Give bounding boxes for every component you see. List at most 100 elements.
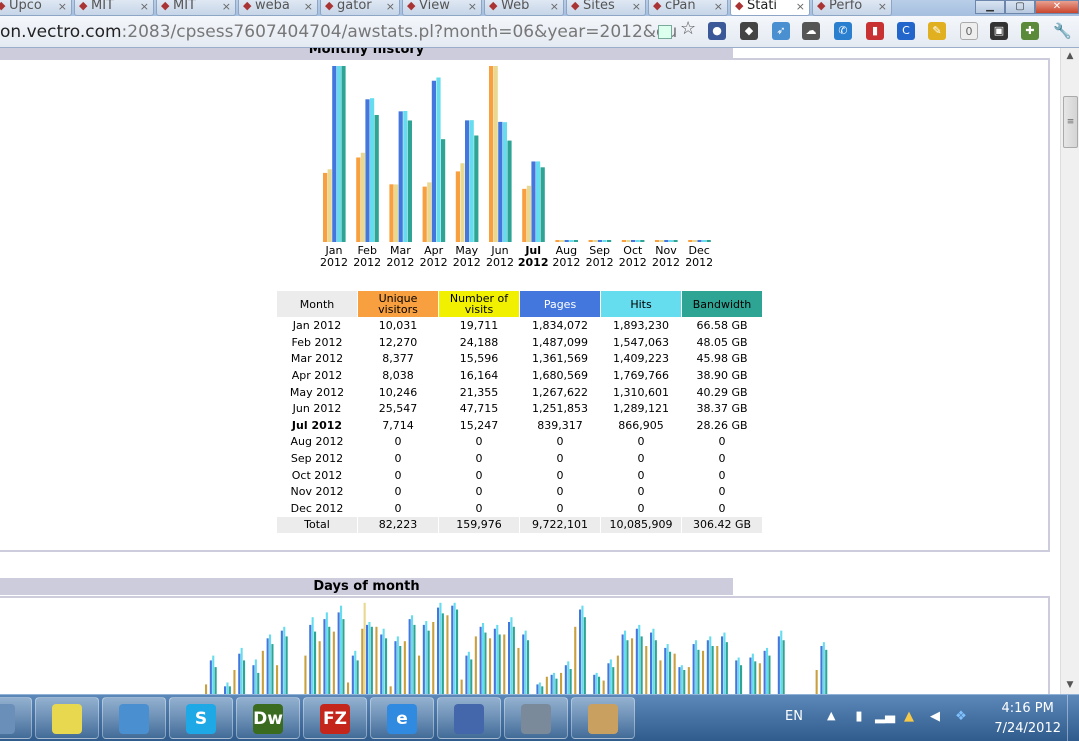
bookmark-star-icon[interactable]: ☆ bbox=[680, 18, 696, 39]
bar-oct-series-0 bbox=[621, 240, 626, 242]
tab-close-icon[interactable]: × bbox=[304, 1, 313, 13]
tab-8[interactable]: ◆ cPan × bbox=[648, 0, 728, 16]
extension-red-book-icon[interactable]: ▮ bbox=[866, 22, 884, 40]
tab-1[interactable]: ◆ MIT × bbox=[74, 0, 154, 16]
day-bar-38-series-3 bbox=[751, 653, 754, 694]
extension-phone-icon[interactable]: ✆ bbox=[834, 22, 852, 40]
header-bandwidth: Bandwidth bbox=[682, 291, 762, 317]
day-bar-8-series-3 bbox=[325, 612, 328, 694]
value-cell: 1,769,766 bbox=[613, 369, 669, 383]
value-cell: 45.98 GB bbox=[696, 352, 748, 366]
day-bar-38-series-2 bbox=[749, 657, 752, 694]
tab-close-icon[interactable]: × bbox=[222, 1, 231, 13]
power-icon[interactable]: ▮ bbox=[851, 709, 867, 725]
day-bar-43-series-3 bbox=[822, 642, 825, 694]
clock[interactable]: 4:16 PM 7/24/2012 bbox=[994, 699, 1061, 739]
show-hidden-icons-icon[interactable]: ▲ bbox=[827, 709, 835, 722]
tab-2[interactable]: ◆ MIT × bbox=[156, 0, 236, 16]
maximize-icon[interactable]: ▢ bbox=[1005, 0, 1035, 14]
taskbar-virtualbox[interactable] bbox=[437, 697, 501, 739]
taskbar-windows-explorer[interactable] bbox=[0, 697, 32, 739]
tab-10[interactable]: ◆ Perfo × bbox=[812, 0, 892, 16]
taskbar-skype[interactable]: S bbox=[169, 697, 233, 739]
day-bar-36-series-3 bbox=[723, 632, 726, 694]
day-bar-20-series-2 bbox=[493, 628, 496, 694]
day-bar-26-series-4 bbox=[583, 617, 586, 694]
table-row: Apr 2012 8,038 16,164 1,680,569 1,769,766 38.… bbox=[277, 368, 762, 384]
value-cell: 0 bbox=[556, 452, 564, 466]
scroll-down-arrow-icon[interactable]: ▼ bbox=[1061, 677, 1079, 694]
day-bar-13-series-4 bbox=[399, 646, 402, 694]
bar-apr-series-2 bbox=[431, 80, 436, 243]
day-bar-0-series-3 bbox=[212, 655, 215, 694]
day-bar-12-series-0 bbox=[375, 626, 378, 694]
day-bar-36-series-4 bbox=[725, 642, 728, 694]
address-bar[interactable]: on.vectro.com:2083/cpsess7607404704/awst… bbox=[0, 19, 676, 45]
tab-close-icon[interactable]: × bbox=[468, 1, 477, 13]
google-icon: ◆ bbox=[817, 0, 826, 12]
tab-close-icon[interactable]: × bbox=[386, 1, 395, 13]
extension-cloud-icon[interactable]: ☁ bbox=[802, 22, 820, 40]
close-icon[interactable]: ✕ bbox=[1035, 0, 1079, 14]
show-desktop-button[interactable] bbox=[1067, 695, 1079, 741]
bar-jan-series-4 bbox=[341, 66, 346, 242]
taskbar-calculator[interactable] bbox=[504, 697, 568, 739]
taskbar-filezilla[interactable]: FZ bbox=[303, 697, 367, 739]
tab-close-icon[interactable]: × bbox=[140, 1, 149, 13]
tab-9[interactable]: ◆ Stati × bbox=[730, 0, 810, 16]
tab-close-icon[interactable]: × bbox=[878, 1, 887, 13]
page-action-icon[interactable] bbox=[658, 25, 672, 39]
language-indicator[interactable]: EN bbox=[785, 709, 803, 724]
month-cell: Dec 2012 bbox=[290, 501, 344, 515]
tab-0[interactable]: ◆Upco × bbox=[0, 0, 72, 16]
extension-user-icon[interactable]: ● bbox=[708, 22, 726, 40]
tab-close-icon[interactable]: × bbox=[58, 1, 67, 13]
taskbar-paint[interactable] bbox=[571, 697, 635, 739]
day-bar-36-series-0 bbox=[716, 646, 719, 694]
value-cell: 1,251,853 bbox=[532, 402, 588, 416]
tab-5[interactable]: ◆ View × bbox=[402, 0, 482, 16]
minimize-icon[interactable]: ▁ bbox=[975, 0, 1005, 14]
tab-close-icon[interactable]: × bbox=[796, 1, 805, 13]
bar-jan-series-2 bbox=[332, 66, 337, 242]
value-cell: 1,267,622 bbox=[532, 385, 588, 399]
tab-close-icon[interactable]: × bbox=[714, 1, 723, 13]
value-cell: 0 bbox=[394, 485, 402, 499]
bar-sep-series-3 bbox=[602, 240, 607, 242]
google-drive-icon[interactable]: ▲ bbox=[901, 709, 917, 725]
browser-toolbar: on.vectro.com:2083/cpsess7607404704/awst… bbox=[0, 16, 1079, 48]
bar-sep-series-0 bbox=[588, 240, 593, 242]
wrench-icon[interactable]: 🔧 bbox=[1053, 22, 1072, 40]
day-bar-26-series-3 bbox=[581, 605, 584, 694]
taskbar-safari[interactable] bbox=[102, 697, 166, 739]
taskbar-dreamweaver[interactable]: Dw bbox=[236, 697, 300, 739]
extension-tag-icon[interactable]: ✎ bbox=[928, 22, 946, 40]
tab-4[interactable]: ◆ gator × bbox=[320, 0, 400, 16]
taskbar-internet-explorer[interactable]: e bbox=[370, 697, 434, 739]
extension-counter-icon[interactable]: 0 bbox=[960, 22, 978, 40]
tab-6[interactable]: ◆ Web × bbox=[484, 0, 564, 16]
extension-dark-icon[interactable]: ▣ bbox=[990, 22, 1008, 40]
tab-7[interactable]: ◆ Sites × bbox=[566, 0, 646, 16]
value-cell: 10,085,909 bbox=[601, 517, 681, 533]
extension-green-icon[interactable]: ✚ bbox=[1021, 22, 1039, 40]
volume-icon[interactable]: ◀ bbox=[927, 709, 943, 725]
bar-dec-series-4 bbox=[706, 240, 711, 242]
extension-c-icon[interactable]: C bbox=[897, 22, 915, 40]
value-cell: 1,487,099 bbox=[532, 335, 588, 349]
tab-close-icon[interactable]: × bbox=[632, 1, 641, 13]
extension-bird-icon[interactable]: ➶ bbox=[772, 22, 790, 40]
scroll-up-arrow-icon[interactable]: ▲ bbox=[1061, 48, 1079, 65]
day-bar-19-series-2 bbox=[479, 626, 482, 694]
taskbar-notes[interactable] bbox=[35, 697, 99, 739]
day-bar-33-series-2 bbox=[678, 667, 681, 694]
scroll-thumb[interactable]: ≡ bbox=[1063, 96, 1078, 148]
network-signal-icon[interactable]: ▂▄ bbox=[875, 709, 895, 725]
vertical-scrollbar[interactable]: ▲ ≡ ▼ bbox=[1060, 48, 1079, 694]
bar-dec-series-3 bbox=[702, 240, 707, 242]
day-bar-0-series-2 bbox=[209, 660, 212, 694]
tab-close-icon[interactable]: × bbox=[550, 1, 559, 13]
dropbox-icon[interactable]: ❖ bbox=[953, 709, 969, 725]
tab-3[interactable]: ◆ weba × bbox=[238, 0, 318, 16]
extension-book-icon[interactable]: ◆ bbox=[740, 22, 758, 40]
